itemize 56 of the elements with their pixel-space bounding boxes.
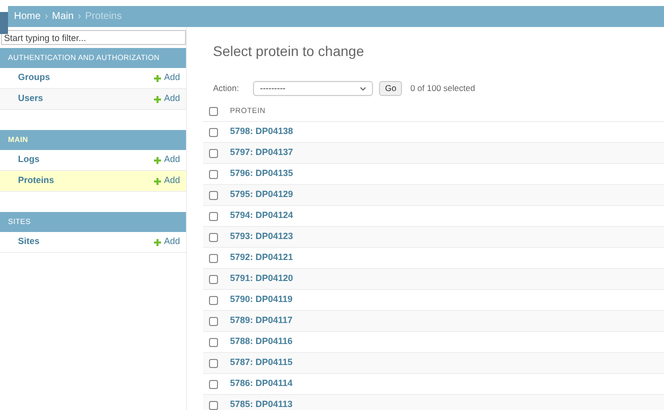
plus-icon — [154, 178, 161, 184]
model-link[interactable]: Groups — [18, 71, 50, 85]
checkbox[interactable] — [209, 380, 218, 388]
plus-icon — [154, 74, 161, 82]
action-select[interactable]: --------- — [253, 81, 373, 96]
protein-link[interactable]: 5790: DP04119 — [230, 293, 293, 307]
model-link[interactable]: Sites — [18, 235, 40, 249]
checkbox[interactable] — [209, 274, 218, 284]
action-label: Action: — [213, 82, 239, 95]
checkbox[interactable] — [209, 128, 218, 136]
add-link[interactable]: Add — [154, 174, 180, 188]
model-link[interactable]: Logs — [18, 153, 40, 167]
model-link[interactable]: Proteins — [18, 174, 54, 188]
add-link[interactable]: Add — [154, 235, 180, 249]
breadcrumb-link[interactable]: Home — [14, 9, 41, 24]
selection-count: 0 of 100 selected — [410, 82, 476, 95]
plus-icon — [154, 96, 161, 102]
filter-field[interactable]: Start typing to filter... — [1, 30, 186, 45]
protein-link[interactable]: 5798: DP04138 — [230, 125, 294, 139]
plus-icon — [154, 156, 161, 164]
checkbox[interactable] — [209, 316, 218, 326]
add-link[interactable]: Add — [154, 71, 180, 85]
chevron-icon — [360, 86, 366, 90]
protein-link[interactable]: 5794: DP04124 — [230, 209, 294, 223]
protein-link[interactable]: 5797: DP04137 — [230, 146, 294, 160]
protein-link[interactable]: 5792: DP04121 — [230, 251, 294, 265]
protein-link[interactable]: 5796: DP04135 — [230, 167, 294, 181]
protein-link[interactable]: 5793: DP04123 — [230, 230, 294, 244]
add-link[interactable]: Add — [154, 153, 180, 167]
protein-link[interactable]: 5795: DP04129 — [230, 188, 294, 202]
checkbox[interactable] — [209, 358, 218, 368]
checkbox[interactable] — [209, 190, 218, 200]
protein-link[interactable]: 5788: DP04116 — [230, 335, 293, 349]
model-link[interactable]: Users — [18, 92, 44, 106]
checkbox[interactable] — [209, 400, 218, 410]
checkbox[interactable] — [209, 232, 218, 242]
checkbox[interactable] — [209, 106, 218, 116]
protein-link[interactable]: 5785: DP04113 — [230, 398, 293, 410]
checkbox[interactable] — [209, 170, 218, 178]
plus-icon — [154, 238, 161, 246]
checkbox[interactable] — [209, 296, 218, 304]
separator-text: › — [44, 10, 48, 24]
checkbox[interactable] — [209, 148, 218, 158]
protein-link[interactable]: 5791: DP04120 — [230, 272, 294, 286]
checkbox[interactable] — [209, 254, 218, 262]
panel-edge — [0, 12, 8, 34]
protein-link[interactable]: 5786: DP04114 — [230, 377, 293, 391]
protein-link[interactable]: 5789: DP04117 — [230, 314, 293, 328]
separator-text: › — [78, 10, 82, 24]
page-title: Select protein to change — [213, 42, 365, 61]
protein-link[interactable]: 5787: DP04115 — [230, 356, 293, 370]
checkbox[interactable] — [209, 338, 218, 346]
go-button[interactable]: Go — [379, 81, 402, 96]
breadcrumb-link[interactable]: Main — [52, 9, 74, 24]
checkbox[interactable] — [209, 212, 218, 220]
add-link[interactable]: Add — [154, 92, 180, 106]
